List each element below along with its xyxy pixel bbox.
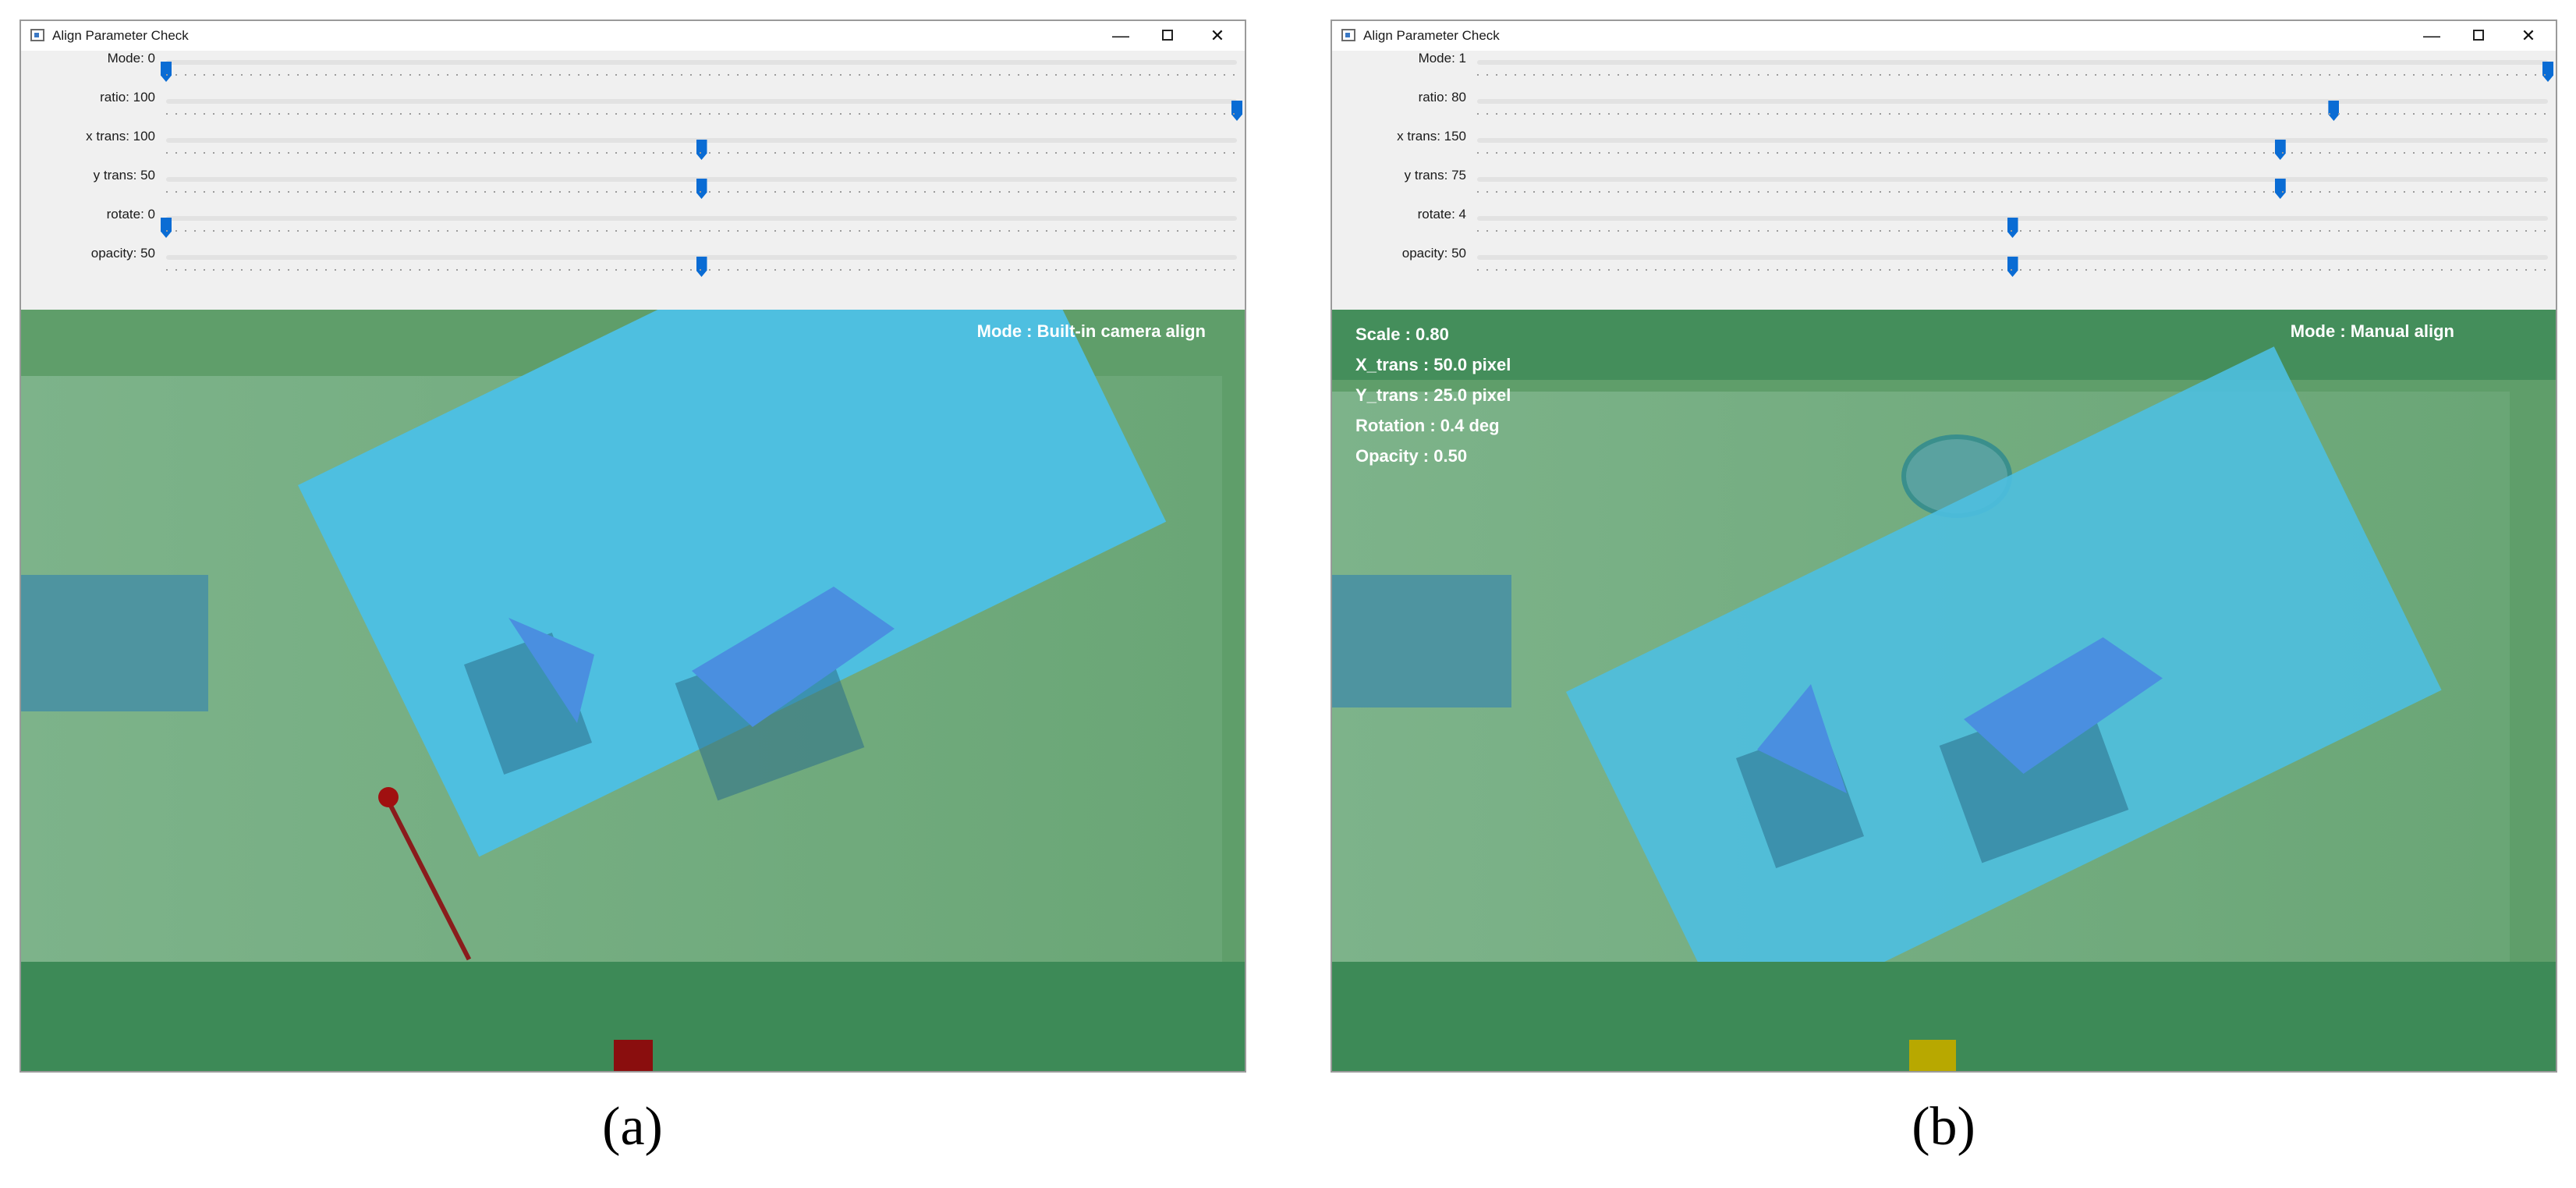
slider-label: opacity: 50	[90, 246, 155, 261]
slider-track[interactable]	[161, 60, 1237, 82]
slider-label: x trans: 100	[86, 129, 155, 144]
slider-thumb-icon[interactable]	[161, 218, 172, 238]
slider-label: Mode: 0	[107, 51, 155, 66]
rotation-readout: Rotation : 0.4 deg	[1355, 416, 1500, 435]
slider-label: y trans: 50	[93, 168, 155, 183]
slider-thumb-icon[interactable]	[696, 257, 707, 277]
slider-opacity: opacity: 50	[1332, 246, 2556, 285]
top-band	[1332, 310, 2556, 380]
tick-marks	[166, 191, 1237, 193]
aligned-image-view: Scale : 0.80 X_trans : 50.0 pixel Y_tran…	[1332, 310, 2556, 1071]
slider-track[interactable]	[1477, 60, 2553, 82]
slider-mode: Mode: 0	[21, 51, 1245, 90]
slider-track[interactable]	[166, 138, 1237, 160]
title-bar[interactable]: Align Parameter Check — ✕	[1332, 21, 2556, 51]
slider-track[interactable]	[1477, 255, 2548, 277]
slider-thumb-icon[interactable]	[2328, 101, 2340, 121]
maximize-icon[interactable]	[2456, 23, 2501, 49]
tick-marks	[166, 152, 1237, 154]
slider-thumb-icon[interactable]	[696, 179, 707, 199]
slider-track[interactable]	[1477, 177, 2548, 199]
maximize-icon[interactable]	[1145, 23, 1190, 49]
y-trans-readout: Y_trans : 25.0 pixel	[1355, 385, 1511, 405]
slider-thumb-icon[interactable]	[2007, 218, 2018, 238]
parameter-panel: Mode: 1 ratio: 80 x trans: 150 y trans: …	[1332, 51, 2556, 310]
slider-rotate: rotate: 0	[21, 207, 1245, 246]
opacity-readout: Opacity : 0.50	[1355, 446, 1468, 466]
slider-track[interactable]	[1477, 216, 2548, 238]
slider-y-trans: y trans: 75	[1332, 168, 2556, 207]
slider-ratio: ratio: 100	[21, 90, 1245, 129]
slider-mode: Mode: 1	[1332, 51, 2556, 90]
tick-marks	[166, 230, 1237, 232]
slider-track[interactable]	[166, 177, 1237, 199]
close-icon[interactable]: ✕	[1195, 23, 1240, 49]
title-bar[interactable]: Align Parameter Check — ✕	[21, 21, 1245, 51]
slider-thumb-icon[interactable]	[696, 140, 707, 160]
tick-marks	[166, 113, 1237, 115]
slider-thumb-icon[interactable]	[2274, 140, 2286, 160]
window-title: Align Parameter Check	[52, 28, 189, 43]
minimize-icon[interactable]: —	[2409, 23, 2454, 49]
caption-b: (b)	[1912, 1097, 1975, 1157]
tick-marks	[166, 269, 1237, 271]
minimize-icon[interactable]: —	[1098, 23, 1143, 49]
slider-thumb-icon[interactable]	[2542, 62, 2553, 82]
caption-a: (a)	[602, 1097, 663, 1157]
tick-marks	[1477, 113, 2548, 115]
scale-readout: Scale : 0.80	[1355, 324, 1449, 344]
slider-rotate: rotate: 4	[1332, 207, 2556, 246]
window-app-icon	[30, 29, 44, 41]
slider-label: ratio: 100	[100, 90, 155, 105]
slider-thumb-icon[interactable]	[2274, 179, 2286, 199]
slider-thumb-icon[interactable]	[161, 62, 172, 82]
bottom-object	[1909, 1040, 1956, 1071]
slider-label: x trans: 150	[1397, 129, 1466, 144]
slider-label: rotate: 4	[1417, 207, 1466, 222]
slider-label: Mode: 1	[1418, 51, 1466, 66]
slider-thumb-icon[interactable]	[2007, 257, 2018, 277]
mode-label: Mode : Built-in camera align	[976, 321, 1206, 341]
tick-marks	[1477, 269, 2548, 271]
slider-label: rotate: 0	[106, 207, 155, 222]
window-app-icon	[1341, 29, 1355, 41]
slider-x-trans: x trans: 100	[21, 129, 1245, 168]
depth-blob	[378, 787, 399, 807]
window-title: Align Parameter Check	[1363, 28, 1500, 43]
slider-track[interactable]	[161, 216, 1237, 238]
slider-label: opacity: 50	[1401, 246, 1466, 261]
slider-ratio: ratio: 80	[1332, 90, 2556, 129]
realsense-box	[21, 575, 208, 711]
slider-y-trans: y trans: 50	[21, 168, 1245, 207]
realsense-box	[1332, 575, 1511, 707]
aligned-image-view: Mode : Built-in camera align	[21, 310, 1245, 1071]
tick-marks	[1477, 191, 2548, 193]
bottom-object	[614, 1040, 653, 1071]
slider-track[interactable]	[1477, 99, 2548, 121]
tick-marks	[166, 74, 1237, 76]
slider-track[interactable]	[166, 99, 1242, 121]
tick-marks	[1477, 230, 2548, 232]
tick-marks	[1477, 74, 2548, 76]
slider-label: ratio: 80	[1418, 90, 1466, 105]
alignment-info: Scale : 0.80 X_trans : 50.0 pixel Y_tran…	[1355, 319, 1511, 471]
slider-thumb-icon[interactable]	[1231, 101, 1242, 121]
slider-opacity: opacity: 50	[21, 246, 1245, 285]
slider-track[interactable]	[1477, 138, 2548, 160]
window-b: Align Parameter Check — ✕ Mode: 1 ratio:…	[1331, 20, 2557, 1073]
slider-x-trans: x trans: 150	[1332, 129, 2556, 168]
parameter-panel: Mode: 0 ratio: 100 x trans: 100 y trans:…	[21, 51, 1245, 310]
slider-track[interactable]	[166, 255, 1237, 277]
tick-marks	[1477, 152, 2548, 154]
slider-label: y trans: 75	[1404, 168, 1466, 183]
close-icon[interactable]: ✕	[2506, 23, 2551, 49]
mode-label: Mode : Manual align	[2290, 321, 2454, 341]
x-trans-readout: X_trans : 50.0 pixel	[1355, 355, 1511, 374]
window-a: Align Parameter Check — ✕ Mode: 0 ratio:…	[19, 20, 1246, 1073]
